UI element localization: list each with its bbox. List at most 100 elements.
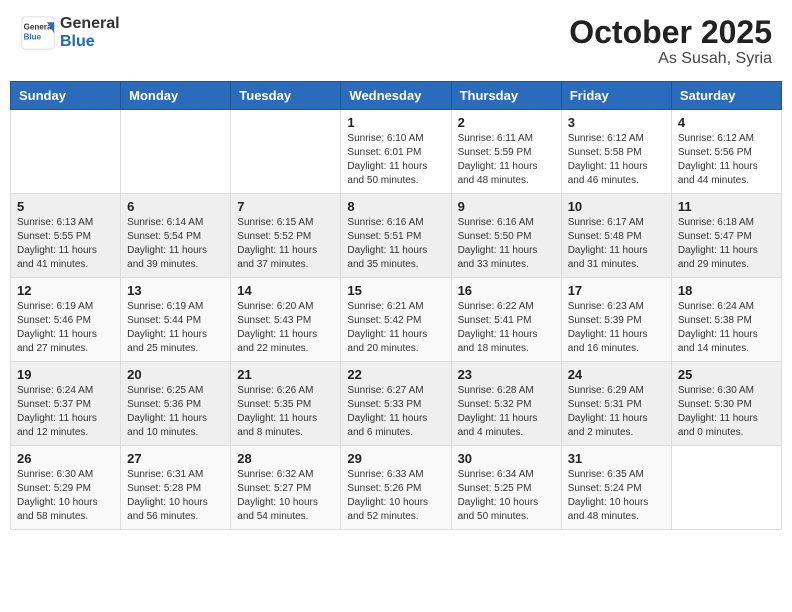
- day-info: Sunrise: 6:24 AM Sunset: 5:37 PM Dayligh…: [17, 384, 114, 440]
- logo-icon: General Blue: [20, 15, 56, 51]
- calendar-day-cell: 29Sunrise: 6:33 AM Sunset: 5:26 PM Dayli…: [341, 446, 451, 530]
- column-header-wednesday: Wednesday: [341, 82, 451, 110]
- calendar-day-cell: 21 Sunrise: 6:26 AM Sunset: 5:35 PM Dayli…: [231, 362, 341, 446]
- calendar-day-cell: 14 Sunrise: 6:20 AM Sunset: 5:43 PM Dayli…: [231, 278, 341, 362]
- day-number: 20: [127, 367, 224, 382]
- column-header-monday: Monday: [121, 82, 231, 110]
- calendar-day-cell: 16 Sunrise: 6:22 AM Sunset: 5:41 PM Dayli…: [451, 278, 561, 362]
- day-number: 17: [568, 283, 665, 298]
- day-info: Sunrise: 6:26 AM Sunset: 5:35 PM Dayligh…: [237, 384, 334, 440]
- day-number: 18: [678, 283, 775, 298]
- calendar-day-cell: [121, 110, 231, 194]
- day-info: Sunrise: 6:14 AM Sunset: 5:54 PM Dayligh…: [127, 216, 224, 272]
- month-title: October 2025: [569, 15, 772, 50]
- column-header-friday: Friday: [561, 82, 671, 110]
- calendar-day-cell: 12Sunrise: 6:19 AM Sunset: 5:46 PM Dayli…: [11, 278, 121, 362]
- calendar-day-cell: [671, 446, 781, 530]
- day-number: 30: [458, 451, 555, 466]
- day-number: 3: [568, 115, 665, 130]
- day-info: Sunrise: 6:27 AM Sunset: 5:33 PM Dayligh…: [347, 384, 444, 440]
- column-header-tuesday: Tuesday: [231, 82, 341, 110]
- day-number: 1: [347, 115, 444, 130]
- day-number: 2: [458, 115, 555, 130]
- location: As Susah, Syria: [569, 50, 772, 68]
- column-header-saturday: Saturday: [671, 82, 781, 110]
- day-info: Sunrise: 6:19 AM Sunset: 5:44 PM Dayligh…: [127, 300, 224, 356]
- day-info: Sunrise: 6:13 AM Sunset: 5:55 PM Dayligh…: [17, 216, 114, 272]
- calendar-day-cell: 18 Sunrise: 6:24 AM Sunset: 5:38 PM Dayli…: [671, 278, 781, 362]
- calendar-day-cell: 9 Sunrise: 6:16 AM Sunset: 5:50 PM Daylig…: [451, 194, 561, 278]
- day-info: Sunrise: 6:31 AM Sunset: 5:28 PM Dayligh…: [127, 468, 224, 524]
- calendar-day-cell: 1Sunrise: 6:10 AM Sunset: 6:01 PM Daylig…: [341, 110, 451, 194]
- day-info: Sunrise: 6:17 AM Sunset: 5:48 PM Dayligh…: [568, 216, 665, 272]
- day-info: Sunrise: 6:29 AM Sunset: 5:31 PM Dayligh…: [568, 384, 665, 440]
- logo-blue-text: Blue: [60, 33, 120, 51]
- calendar-day-cell: [231, 110, 341, 194]
- day-number: 16: [458, 283, 555, 298]
- calendar-day-cell: 27 Sunrise: 6:31 AM Sunset: 5:28 PM Dayli…: [121, 446, 231, 530]
- logo: General Blue General Blue: [20, 15, 120, 51]
- calendar-week-row: 5 Sunrise: 6:13 AM Sunset: 5:55 PM Daylig…: [11, 194, 782, 278]
- logo-general-text: General: [60, 15, 120, 33]
- day-info: Sunrise: 6:23 AM Sunset: 5:39 PM Dayligh…: [568, 300, 665, 356]
- calendar-table: SundayMondayTuesdayWednesdayThursdayFrid…: [10, 81, 782, 530]
- day-number: 13: [127, 283, 224, 298]
- day-info: Sunrise: 6:35 AM Sunset: 5:24 PM Dayligh…: [568, 468, 665, 524]
- day-number: 15: [347, 283, 444, 298]
- calendar-day-cell: 8 Sunrise: 6:16 AM Sunset: 5:51 PM Daylig…: [341, 194, 451, 278]
- calendar-day-cell: 25 Sunrise: 6:30 AM Sunset: 5:30 PM Dayli…: [671, 362, 781, 446]
- day-info: Sunrise: 6:20 AM Sunset: 5:43 PM Dayligh…: [237, 300, 334, 356]
- day-info: Sunrise: 6:30 AM Sunset: 5:30 PM Dayligh…: [678, 384, 775, 440]
- day-info: Sunrise: 6:22 AM Sunset: 5:41 PM Dayligh…: [458, 300, 555, 356]
- day-number: 26: [17, 451, 114, 466]
- day-info: Sunrise: 6:30 AM Sunset: 5:29 PM Dayligh…: [17, 468, 114, 524]
- calendar-week-row: 26 Sunrise: 6:30 AM Sunset: 5:29 PM Dayli…: [11, 446, 782, 530]
- calendar-day-cell: 20 Sunrise: 6:25 AM Sunset: 5:36 PM Dayli…: [121, 362, 231, 446]
- column-header-thursday: Thursday: [451, 82, 561, 110]
- day-info: Sunrise: 6:34 AM Sunset: 5:25 PM Dayligh…: [458, 468, 555, 524]
- day-number: 5: [17, 199, 114, 214]
- day-number: 9: [458, 199, 555, 214]
- day-info: Sunrise: 6:16 AM Sunset: 5:50 PM Dayligh…: [458, 216, 555, 272]
- day-info: Sunrise: 6:24 AM Sunset: 5:38 PM Dayligh…: [678, 300, 775, 356]
- day-number: 22: [347, 367, 444, 382]
- calendar-day-cell: 26 Sunrise: 6:30 AM Sunset: 5:29 PM Dayli…: [11, 446, 121, 530]
- day-number: 21: [237, 367, 334, 382]
- day-number: 27: [127, 451, 224, 466]
- day-number: 12: [17, 283, 114, 298]
- day-number: 29: [347, 451, 444, 466]
- calendar-day-cell: 5 Sunrise: 6:13 AM Sunset: 5:55 PM Daylig…: [11, 194, 121, 278]
- calendar-day-cell: 30 Sunrise: 6:34 AM Sunset: 5:25 PM Dayli…: [451, 446, 561, 530]
- day-info: Sunrise: 6:25 AM Sunset: 5:36 PM Dayligh…: [127, 384, 224, 440]
- calendar-day-cell: 13 Sunrise: 6:19 AM Sunset: 5:44 PM Dayli…: [121, 278, 231, 362]
- page-header: General Blue General Blue October 2025 A…: [10, 10, 782, 73]
- day-info: Sunrise: 6:16 AM Sunset: 5:51 PM Dayligh…: [347, 216, 444, 272]
- calendar-day-cell: 2 Sunrise: 6:11 AM Sunset: 5:59 PM Daylig…: [451, 110, 561, 194]
- calendar-day-cell: 19 Sunrise: 6:24 AM Sunset: 5:37 PM Dayli…: [11, 362, 121, 446]
- calendar-day-cell: 4 Sunrise: 6:12 AM Sunset: 5:56 PM Daylig…: [671, 110, 781, 194]
- calendar-header-row: SundayMondayTuesdayWednesdayThursdayFrid…: [11, 82, 782, 110]
- day-number: 11: [678, 199, 775, 214]
- day-number: 7: [237, 199, 334, 214]
- day-info: Sunrise: 6:12 AM Sunset: 5:56 PM Dayligh…: [678, 132, 775, 188]
- day-number: 25: [678, 367, 775, 382]
- day-number: 14: [237, 283, 334, 298]
- calendar-day-cell: 15 Sunrise: 6:21 AM Sunset: 5:42 PM Dayli…: [341, 278, 451, 362]
- calendar-day-cell: 23Sunrise: 6:28 AM Sunset: 5:32 PM Dayli…: [451, 362, 561, 446]
- calendar-day-cell: 7 Sunrise: 6:15 AM Sunset: 5:52 PM Daylig…: [231, 194, 341, 278]
- day-number: 4: [678, 115, 775, 130]
- calendar-day-cell: 3Sunrise: 6:12 AM Sunset: 5:58 PM Daylig…: [561, 110, 671, 194]
- day-info: Sunrise: 6:32 AM Sunset: 5:27 PM Dayligh…: [237, 468, 334, 524]
- day-info: Sunrise: 6:21 AM Sunset: 5:42 PM Dayligh…: [347, 300, 444, 356]
- day-number: 8: [347, 199, 444, 214]
- day-number: 10: [568, 199, 665, 214]
- calendar-day-cell: 11 Sunrise: 6:18 AM Sunset: 5:47 PM Dayli…: [671, 194, 781, 278]
- day-info: Sunrise: 6:18 AM Sunset: 5:47 PM Dayligh…: [678, 216, 775, 272]
- calendar-day-cell: 22 Sunrise: 6:27 AM Sunset: 5:33 PM Dayli…: [341, 362, 451, 446]
- calendar-day-cell: 17 Sunrise: 6:23 AM Sunset: 5:39 PM Dayli…: [561, 278, 671, 362]
- day-number: 19: [17, 367, 114, 382]
- calendar-day-cell: 24Sunrise: 6:29 AM Sunset: 5:31 PM Dayli…: [561, 362, 671, 446]
- day-info: Sunrise: 6:15 AM Sunset: 5:52 PM Dayligh…: [237, 216, 334, 272]
- day-info: Sunrise: 6:11 AM Sunset: 5:59 PM Dayligh…: [458, 132, 555, 188]
- calendar-day-cell: 6Sunrise: 6:14 AM Sunset: 5:54 PM Daylig…: [121, 194, 231, 278]
